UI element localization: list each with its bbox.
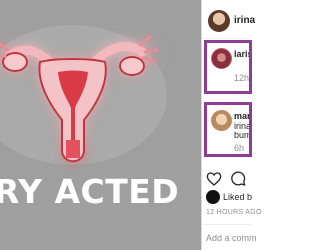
likes-row: Liked b bbox=[206, 190, 252, 204]
author-avatar[interactable] bbox=[208, 10, 230, 32]
post-timestamp: 12 HOURS AGO bbox=[206, 209, 262, 216]
add-comment-placeholder: Add a comm bbox=[206, 233, 257, 243]
commenter-avatar[interactable] bbox=[211, 110, 232, 131]
comment-icon[interactable] bbox=[230, 171, 246, 187]
post-side-panel: irina laris 12h mar irina bum 6h Liked b… bbox=[201, 0, 261, 251]
add-comment-field[interactable]: Add a comm bbox=[202, 224, 257, 251]
uterus-illustration bbox=[0, 25, 167, 165]
comment-text-line: bum bbox=[234, 130, 252, 140]
comment-highlighted-2: mar irina bum 6h bbox=[204, 102, 252, 157]
comment-time[interactable]: 12h bbox=[234, 73, 249, 83]
post-image[interactable]: RY ACTED bbox=[0, 0, 201, 250]
post-overlay-text: RY ACTED bbox=[0, 172, 180, 211]
likes-text[interactable]: Liked b bbox=[223, 192, 252, 202]
commenter-avatar[interactable] bbox=[211, 48, 232, 69]
liker-avatar[interactable] bbox=[206, 190, 220, 204]
commenter-username[interactable]: mar bbox=[234, 111, 249, 121]
heart-icon[interactable] bbox=[206, 171, 222, 187]
post-actions bbox=[202, 167, 251, 187]
comment-time[interactable]: 6h bbox=[234, 143, 244, 153]
author-username[interactable]: irina bbox=[234, 15, 255, 26]
commenter-username[interactable]: laris bbox=[234, 49, 249, 59]
comment-highlighted-1: laris 12h bbox=[204, 40, 252, 94]
post-header: irina bbox=[202, 0, 255, 39]
